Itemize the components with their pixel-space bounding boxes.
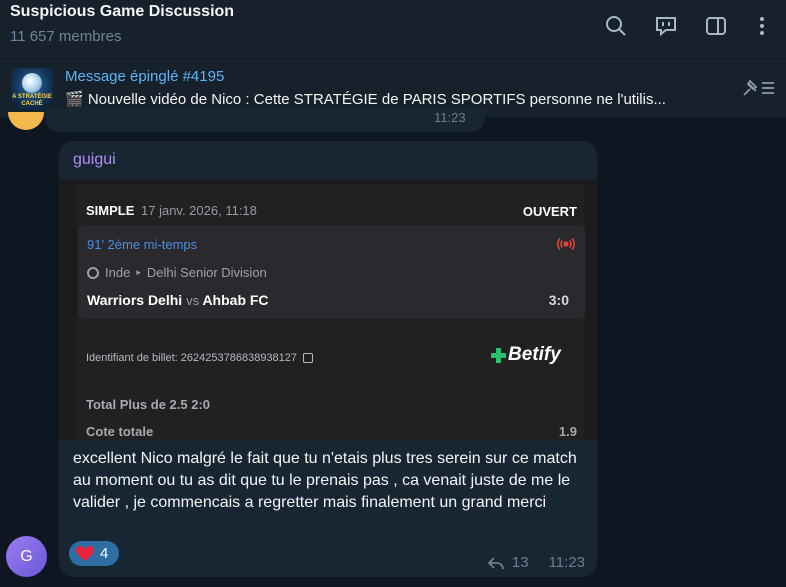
ticket-type: SIMPLE [86,203,135,218]
football-icon [87,266,99,279]
member-count: 11 657 membres [10,28,122,45]
avatar[interactable]: G [6,536,47,577]
chevron-right-icon: ▸ [136,267,141,277]
ticket-date: 17 janv. 2026, 11:18 [141,203,257,218]
search-icon[interactable] [602,12,630,40]
more-icon[interactable] [748,12,776,40]
reply-icon[interactable] [487,556,504,570]
copy-icon [303,353,314,363]
chat-header[interactable]: Suspicious Game Discussion 11 657 membre… [0,0,786,58]
thumbnail-caption: A STRATÉGIE CACHÉ [12,94,52,107]
bet-ticket-image[interactable]: SIMPLE 17 janv. 2026, 11:18 OUVERT 91' 2… [59,179,597,440]
league: Delhi Senior Division [146,265,267,280]
unpin-list-icon[interactable] [740,77,776,99]
league-line: Inde ▸ Delhi Senior Division [87,265,267,280]
pinned-title: Message épinglé #4195 [65,68,225,85]
betify-mark-icon [491,348,506,363]
heart-icon [76,545,94,561]
team-home: Warriors Delhi [87,292,183,308]
sidebar-icon[interactable] [702,12,730,40]
ticket-status: OUVERT [522,204,577,219]
odds-value: 1.9 [558,424,577,439]
brand-name: Betify [508,344,561,365]
discussion-icon[interactable] [652,12,680,40]
pinned-text: 🎬 Nouvelle vidéo de Nico : Cette STRATÉG… [65,91,666,108]
live-status: 91' 2ème mi-temps [87,237,198,252]
teams-line: Warriors Delhi vs Ahbab FC [87,292,269,308]
match-card: 91' 2ème mi-temps Inde ▸ Delhi Senior Di… [78,225,585,319]
vs-label: vs [186,293,200,308]
score: 3:0 [548,292,569,308]
ticket-id-line: Identifiant de billet: 26242537868389381… [86,352,314,364]
reply-count[interactable]: 13 [512,554,529,571]
live-broadcast-icon [557,237,575,251]
message-time: 11:23 [548,554,585,571]
message-meta: 13 11:23 [487,554,585,571]
message-text: excellent Nico malgré le fait que tu n'e… [73,450,577,511]
bet-line: Total Plus de 2.5 2:0 [86,397,211,412]
betify-logo: Betify [491,344,561,366]
message-bubble[interactable]: guigui SIMPLE 17 janv. 2026, 11:18 OUVER… [59,141,597,577]
odds-label: Cote totale [86,424,154,439]
chat-title[interactable]: Suspicious Game Discussion [10,3,234,21]
avatar-letter: G [20,547,33,565]
ticket-id: Identifiant de billet: 26242537868389381… [86,352,298,364]
team-away: Ahbab FC [202,292,269,308]
previous-message-time: 11:23 [434,110,466,125]
previous-message-bubble [45,108,485,132]
sender-name[interactable]: guigui [73,151,116,169]
reaction-count: 4 [100,545,109,562]
pinned-thumbnail: A STRATÉGIE CACHÉ [11,68,53,110]
previous-avatar[interactable] [8,112,44,130]
heart-reaction[interactable]: 4 [69,541,119,566]
country: Inde [105,265,131,280]
